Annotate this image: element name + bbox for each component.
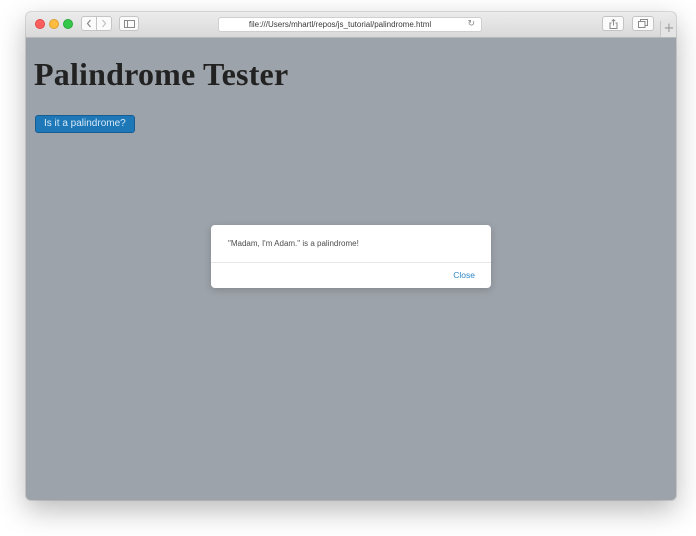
forward-button[interactable] [96,16,112,31]
share-icon [609,18,617,29]
address-bar-url: file:///Users/mhartl/repos/js_tutorial/p… [248,20,432,29]
page-title: Palindrome Tester [34,56,289,92]
minimize-window-button[interactable] [49,19,59,29]
palindrome-check-button[interactable]: Is it a palindrome? [35,115,135,133]
alert-divider [211,262,491,263]
browser-window: file:///Users/mhartl/repos/js_tutorial/p… [26,12,676,500]
share-button[interactable] [602,16,624,31]
zoom-window-button[interactable] [63,19,73,29]
sidebar-icon [123,19,135,28]
new-tab-button[interactable]: + [660,21,676,37]
page-content: Palindrome Tester Is it a palindrome? "M… [26,38,676,500]
tabs-overview-button[interactable] [632,16,654,31]
tabs-overview-icon [638,19,648,28]
back-button[interactable] [81,16,97,31]
plus-icon: + [663,21,675,36]
close-window-button[interactable] [35,19,45,29]
chevron-left-icon [86,19,91,28]
browser-toolbar: file:///Users/mhartl/repos/js_tutorial/p… [26,12,676,38]
alert-close-button[interactable]: Close [453,270,475,280]
reload-icon[interactable]: ↻ [467,19,475,30]
sidebar-button[interactable] [119,16,139,31]
alert-dialog: "Madam, I'm Adam." is a palindrome! Clos… [211,225,491,288]
address-bar[interactable]: file:///Users/mhartl/repos/js_tutorial/p… [218,17,482,32]
alert-message: "Madam, I'm Adam." is a palindrome! [228,239,359,248]
chevron-right-icon [102,19,107,28]
